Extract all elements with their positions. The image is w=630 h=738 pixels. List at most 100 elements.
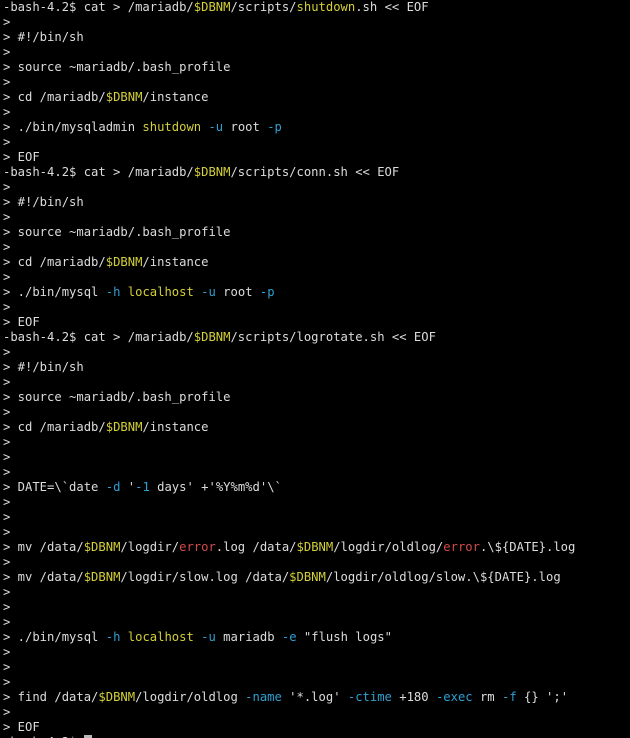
terminal-text: +180 bbox=[391, 690, 436, 704]
terminal-line: > bbox=[3, 300, 630, 315]
terminal-text: > bbox=[3, 465, 18, 479]
terminal-text: -u bbox=[201, 630, 216, 644]
terminal-text: > bbox=[3, 375, 18, 389]
terminal-text: > bbox=[3, 675, 18, 689]
terminal-line: > bbox=[3, 555, 630, 570]
terminal-text: > bbox=[3, 345, 18, 359]
terminal-line: > bbox=[3, 435, 630, 450]
terminal-text: -bash-4.2$ cat > /mariadb/ bbox=[3, 0, 194, 14]
terminal-text: > EOF bbox=[3, 150, 40, 164]
terminal-text: > bbox=[3, 240, 18, 254]
terminal-line: > bbox=[3, 180, 630, 195]
terminal-text: > bbox=[3, 270, 18, 284]
terminal-text: > bbox=[3, 510, 18, 524]
terminal-text: ' bbox=[120, 480, 136, 494]
terminal-line: > bbox=[3, 105, 630, 120]
terminal-line: > bbox=[3, 450, 630, 465]
terminal-text: -f bbox=[501, 690, 517, 704]
terminal-text: > DATE=\`date bbox=[3, 480, 106, 494]
terminal-text: shutdown bbox=[296, 0, 356, 14]
terminal-text: -u bbox=[201, 285, 216, 299]
terminal-line: > bbox=[3, 375, 630, 390]
terminal-text: > bbox=[3, 405, 18, 419]
terminal-text: > cd /mariadb/ bbox=[3, 255, 106, 269]
terminal-text: -h bbox=[105, 630, 121, 644]
terminal-text: /scripts/logrotate.sh << EOF bbox=[230, 330, 436, 344]
terminal-text: /scripts/conn.sh << EOF bbox=[230, 165, 400, 179]
terminal-line: > mv /data/$DBNM/logdir/error.log /data/… bbox=[3, 540, 630, 555]
terminal-text: -1 bbox=[135, 480, 150, 494]
terminal-line: > EOF bbox=[3, 315, 630, 330]
terminal-line: > EOF bbox=[3, 150, 630, 165]
shell-variable: $DBNM bbox=[193, 0, 231, 14]
terminal-text: > mv /data/ bbox=[3, 540, 84, 554]
terminal-text: > source ~mariadb/.bash_profile bbox=[3, 60, 231, 74]
terminal-text: > bbox=[3, 705, 18, 719]
terminal-text: .log /data/ bbox=[215, 540, 297, 554]
terminal-line: > find /data/$DBNM/logdir/oldlog -name '… bbox=[3, 690, 630, 705]
terminal-text: > bbox=[3, 585, 18, 599]
terminal-text: /instance bbox=[142, 90, 209, 104]
terminal-text: /logdir/slow.log /data/ bbox=[120, 570, 290, 584]
terminal-line: > bbox=[3, 210, 630, 225]
terminal-text: > bbox=[3, 210, 18, 224]
terminal-line: > #!/bin/sh bbox=[3, 360, 630, 375]
terminal-text: > bbox=[3, 105, 18, 119]
terminal-text: {} ';' bbox=[516, 690, 569, 704]
terminal-line: > ./bin/mysql -h localhost -u root -p bbox=[3, 285, 630, 300]
shell-variable: $DBNM bbox=[105, 90, 143, 104]
terminal-text: error bbox=[179, 540, 216, 554]
terminal-line: > bbox=[3, 705, 630, 720]
terminal-line: > bbox=[3, 645, 630, 660]
terminal-text: > #!/bin/sh bbox=[3, 360, 84, 374]
terminal-text: > bbox=[3, 135, 18, 149]
shell-variable: $DBNM bbox=[105, 420, 143, 434]
terminal-text: > EOF bbox=[3, 315, 40, 329]
terminal-text: -bash-4.2$ cat > /mariadb/ bbox=[3, 165, 194, 179]
terminal-text: localhost bbox=[127, 630, 194, 644]
terminal-line: > bbox=[3, 45, 630, 60]
terminal-text: > ./bin/mysql bbox=[3, 285, 106, 299]
terminal-text: > source ~mariadb/.bash_profile bbox=[3, 390, 231, 404]
terminal-text: .sh << EOF bbox=[355, 0, 429, 14]
terminal-text: /logdir/oldlog/slow.\${DATE}.log bbox=[325, 570, 561, 584]
terminal-line: > bbox=[3, 135, 630, 150]
terminal-line: > EOF bbox=[3, 720, 630, 735]
terminal-text: '*.log' bbox=[281, 690, 348, 704]
terminal-line: > bbox=[3, 615, 630, 630]
terminal-text: > bbox=[3, 615, 18, 629]
terminal-text: -p bbox=[267, 120, 282, 134]
shell-variable: $DBNM bbox=[83, 540, 121, 554]
terminal-line: > bbox=[3, 240, 630, 255]
terminal-line: > bbox=[3, 15, 630, 30]
terminal-line: -bash-4.2$ cat > /mariadb/$DBNM/scripts/… bbox=[3, 165, 630, 180]
terminal-text: mariadb bbox=[215, 630, 282, 644]
terminal-text: /instance bbox=[142, 255, 209, 269]
terminal-text: > ./bin/mysql bbox=[3, 630, 106, 644]
terminal-line: > ./bin/mysqladmin shutdown -u root -p bbox=[3, 120, 630, 135]
terminal-line: > ./bin/mysql -h localhost -u mariadb -e… bbox=[3, 630, 630, 645]
terminal-text: > bbox=[3, 180, 18, 194]
shell-variable: $DBNM bbox=[83, 570, 121, 584]
terminal-text: > cd /mariadb/ bbox=[3, 90, 106, 104]
terminal-line: > DATE=\`date -d '-1 days' +'%Y%m%d'\` bbox=[3, 480, 630, 495]
terminal-text: > source ~mariadb/.bash_profile bbox=[3, 225, 231, 239]
terminal-text: /logdir/ bbox=[120, 540, 180, 554]
terminal-text: > #!/bin/sh bbox=[3, 195, 84, 209]
terminal-text: > cd /mariadb/ bbox=[3, 420, 106, 434]
terminal-text: -d bbox=[105, 480, 121, 494]
terminal-text: -ctime bbox=[347, 690, 392, 704]
terminal-line: > bbox=[3, 75, 630, 90]
terminal-text: /logdir/oldlog/ bbox=[333, 540, 444, 554]
terminal-line: > source ~mariadb/.bash_profile bbox=[3, 225, 630, 240]
terminal-line: > bbox=[3, 345, 630, 360]
terminal-text: root bbox=[215, 285, 260, 299]
terminal-window[interactable]: -bash-4.2$ cat > /mariadb/$DBNM/scripts/… bbox=[0, 0, 630, 738]
terminal-line: > cd /mariadb/$DBNM/instance bbox=[3, 90, 630, 105]
terminal-text: /scripts/ bbox=[230, 0, 297, 14]
terminal-text: > EOF bbox=[3, 720, 40, 734]
terminal-text: error bbox=[443, 540, 480, 554]
terminal-line: > bbox=[3, 600, 630, 615]
